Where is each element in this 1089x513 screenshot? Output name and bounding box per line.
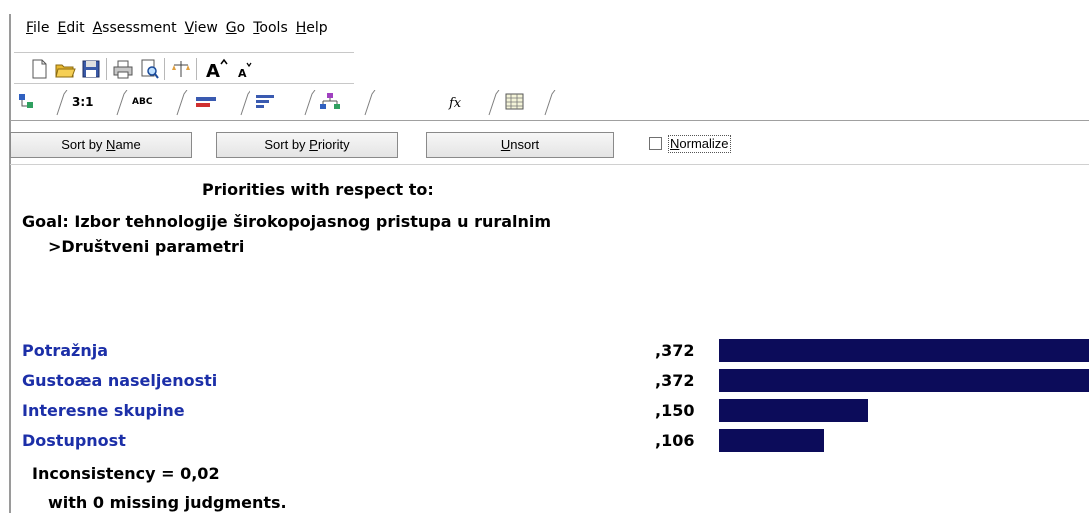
- menu-edit[interactable]: Edit: [57, 20, 84, 40]
- menu-help[interactable]: Help: [296, 20, 328, 40]
- menu-file[interactable]: File: [26, 20, 49, 40]
- item-name[interactable]: Interesne skupine: [22, 401, 185, 420]
- toolbar: A A: [14, 52, 354, 84]
- tab-tree-view[interactable]: [14, 90, 68, 116]
- menu-go[interactable]: Go: [226, 20, 245, 40]
- priority-bar: [719, 369, 1089, 392]
- balance-icon[interactable]: [170, 58, 192, 80]
- toolbar-separator: [164, 58, 165, 80]
- item-name[interactable]: Dostupnost: [22, 431, 126, 450]
- menu-assessment[interactable]: Assessment: [93, 20, 177, 40]
- sort-toolbar: Sort by Name Sort by Priority Unsort Nor…: [10, 128, 1089, 165]
- unsort-button[interactable]: Unsort: [426, 132, 614, 158]
- tab-hierarchy[interactable]: [314, 90, 376, 116]
- item-name[interactable]: Potražnja: [22, 341, 108, 360]
- tab-pairwise-numerical[interactable]: 3:1: [68, 90, 128, 116]
- toolbar-separator: [106, 58, 107, 80]
- tab-pairwise-verbal[interactable]: ABC: [128, 90, 188, 116]
- svg-text:fx: fx: [448, 96, 462, 111]
- priorities-heading: Priorities with respect to:: [202, 180, 434, 199]
- formula-fx-icon: fx: [448, 96, 462, 111]
- item-priority-value: ,106: [655, 431, 695, 450]
- sort-by-name-button[interactable]: Sort by Name: [10, 132, 192, 158]
- item-priority-value: ,372: [655, 371, 695, 390]
- tab-pairwise-graphical[interactable]: [190, 90, 252, 116]
- menu-view[interactable]: View: [185, 20, 218, 40]
- svg-text:A: A: [206, 61, 220, 80]
- font-increase-icon[interactable]: A: [204, 58, 234, 82]
- view-tab-strip: 3:1 ABC fx: [10, 86, 1089, 121]
- tab-priorities[interactable]: [250, 90, 316, 116]
- tab-abc-label: ABC: [132, 97, 153, 107]
- toolbar-separator: [196, 58, 197, 80]
- svg-text:A: A: [238, 67, 247, 80]
- inconsistency-ratio: Inconsistency = 0,02: [32, 464, 220, 483]
- tree-view-icon: [19, 94, 33, 108]
- print-preview-icon[interactable]: [138, 58, 160, 80]
- tab-spreadsheet[interactable]: [500, 90, 556, 116]
- item-priority-value: ,372: [655, 341, 695, 360]
- goal-title: Goal: Izbor tehnologije širokopojasnog p…: [22, 212, 552, 231]
- font-decrease-icon[interactable]: A: [236, 58, 260, 80]
- item-name[interactable]: Gustoæa naseljenosti: [22, 371, 217, 390]
- menu-bar: File Edit Assessment View Go Tools Help: [26, 20, 328, 40]
- normalize-label[interactable]: Normalize: [668, 135, 731, 153]
- hierarchy-icon: [320, 93, 340, 109]
- priorities-bars-icon: [256, 95, 274, 108]
- priority-bar: [719, 339, 1089, 362]
- item-priority-value: ,150: [655, 401, 695, 420]
- sort-by-priority-button[interactable]: Sort by Priority: [216, 132, 398, 158]
- print-icon[interactable]: [112, 58, 134, 80]
- node-path: >Društveni parametri: [48, 237, 245, 256]
- new-file-icon[interactable]: [28, 58, 50, 80]
- graphical-bars-icon: [196, 97, 216, 107]
- spreadsheet-grid-icon: [505, 93, 524, 110]
- save-icon[interactable]: [80, 58, 102, 80]
- priority-bar: [719, 429, 824, 452]
- priority-bar: [719, 399, 868, 422]
- normalize-checkbox[interactable]: [649, 137, 662, 150]
- missing-judgments-note: with 0 missing judgments.: [48, 493, 287, 512]
- open-folder-icon[interactable]: [54, 58, 76, 80]
- tab-ratio-label: 3:1: [72, 95, 94, 109]
- menu-tools[interactable]: Tools: [253, 20, 288, 40]
- tab-formula[interactable]: fx: [442, 90, 500, 116]
